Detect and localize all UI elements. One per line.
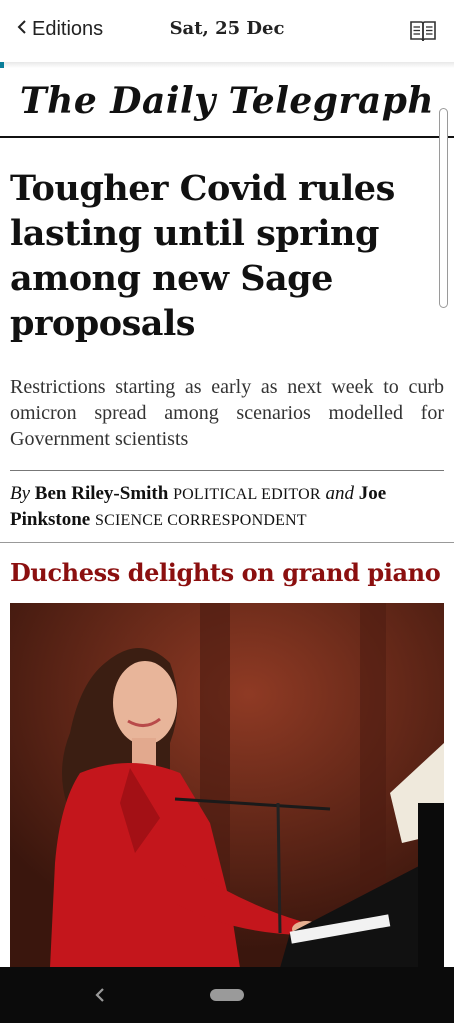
author-name: Ben Riley-Smith bbox=[34, 483, 169, 504]
article-headline[interactable]: Tougher Covid rules lasting until spring… bbox=[10, 166, 444, 346]
byline: By Ben Riley-Smith POLITICAL EDITOR and … bbox=[10, 481, 444, 533]
nav-back-icon[interactable] bbox=[90, 983, 110, 1007]
article-standfirst: Restrictions starting as early as next w… bbox=[10, 376, 444, 450]
article: Tougher Covid rules lasting until spring… bbox=[10, 140, 444, 533]
byline-by: By bbox=[10, 483, 31, 504]
system-navigation-bar bbox=[0, 967, 454, 1023]
section-divider bbox=[0, 542, 454, 543]
duchess-piano-illustration bbox=[10, 603, 444, 968]
feature-headline[interactable]: Duchess delights on grand piano bbox=[10, 558, 441, 587]
masthead: The Daily Telegraph bbox=[0, 68, 454, 138]
author-role: SCIENCE CORRESPONDENT bbox=[95, 512, 307, 529]
masthead-title: The Daily Telegraph bbox=[19, 80, 435, 122]
top-app-bar: Editions Sat, 25 Dec bbox=[0, 0, 454, 62]
open-book-icon[interactable] bbox=[410, 20, 436, 42]
home-pill-icon[interactable] bbox=[210, 989, 244, 1001]
byline-and: and bbox=[325, 483, 354, 504]
editions-back-button[interactable]: Editions bbox=[16, 18, 103, 41]
chevron-left-icon bbox=[16, 18, 28, 41]
editions-label: Editions bbox=[32, 18, 104, 40]
divider bbox=[10, 470, 444, 471]
feature-photo[interactable] bbox=[10, 603, 444, 968]
author-role: POLITICAL EDITOR bbox=[173, 486, 321, 503]
